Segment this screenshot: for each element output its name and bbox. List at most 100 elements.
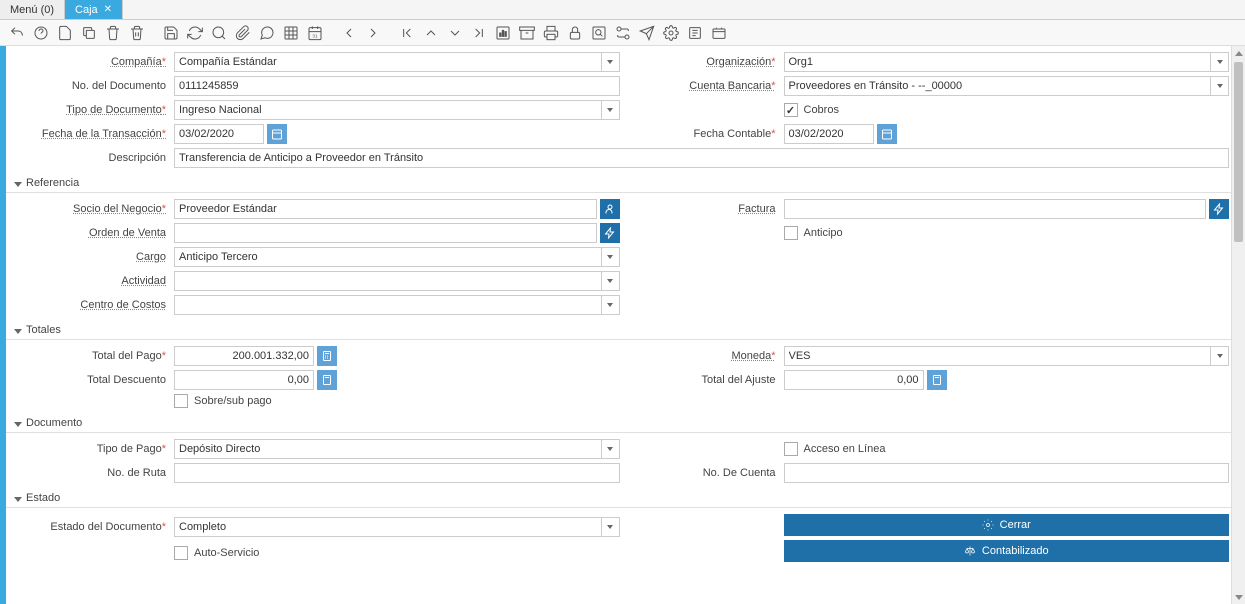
section-estado[interactable]: Estado	[6, 489, 1241, 508]
tab-caja[interactable]: Caja ✕	[65, 0, 123, 19]
input-total-pago[interactable]	[174, 346, 314, 366]
dropdown-cuenta-bancaria[interactable]	[1211, 76, 1229, 96]
label-auto-servicio: Auto-Servicio	[194, 547, 259, 559]
input-fecha-contable[interactable]	[784, 124, 874, 144]
checkbox-cobros[interactable]	[784, 103, 798, 117]
report-icon[interactable]	[492, 22, 514, 44]
button-contabilizado[interactable]: Contabilizado	[784, 540, 1230, 562]
input-cargo[interactable]	[174, 247, 602, 267]
label-cuenta-bancaria: Cuenta Bancaria*	[628, 80, 784, 92]
info-icon[interactable]	[684, 22, 706, 44]
grid-icon[interactable]	[280, 22, 302, 44]
tab-menu[interactable]: Menú (0)	[0, 0, 65, 19]
scroll-down-icon[interactable]	[1232, 590, 1245, 604]
input-compania[interactable]	[174, 52, 602, 72]
input-no-cuenta[interactable]	[784, 463, 1230, 483]
new-icon[interactable]	[54, 22, 76, 44]
process-icon[interactable]	[612, 22, 634, 44]
scrollbar[interactable]	[1231, 46, 1245, 604]
input-factura[interactable]	[784, 199, 1207, 219]
input-no-documento[interactable]	[174, 76, 620, 96]
calendar-btn-contable[interactable]	[877, 124, 897, 144]
copy-icon[interactable]	[78, 22, 100, 44]
down-icon[interactable]	[444, 22, 466, 44]
label-no-ruta: No. de Ruta	[18, 467, 174, 479]
lookup-socio-negocio[interactable]	[600, 199, 620, 219]
last-icon[interactable]	[468, 22, 490, 44]
scroll-up-icon[interactable]	[1232, 46, 1245, 60]
input-total-ajuste[interactable]	[784, 370, 924, 390]
input-moneda[interactable]	[784, 346, 1212, 366]
dropdown-moneda[interactable]	[1211, 346, 1229, 366]
first-icon[interactable]	[396, 22, 418, 44]
balance-icon	[964, 545, 976, 557]
dropdown-actividad[interactable]	[602, 271, 620, 291]
lock-icon[interactable]	[564, 22, 586, 44]
dropdown-tipo-pago[interactable]	[602, 439, 620, 459]
input-socio-negocio[interactable]	[174, 199, 597, 219]
calc-total-pago[interactable]	[317, 346, 337, 366]
section-referencia[interactable]: Referencia	[6, 174, 1241, 193]
delete-icon[interactable]	[102, 22, 124, 44]
prev-icon[interactable]	[338, 22, 360, 44]
search-icon[interactable]	[208, 22, 230, 44]
checkbox-sobre-sub[interactable]	[174, 394, 188, 408]
input-centro-costos[interactable]	[174, 295, 602, 315]
save-icon[interactable]	[160, 22, 182, 44]
label-estado-doc: Estado del Documento*	[18, 521, 174, 533]
input-tipo-pago[interactable]	[174, 439, 602, 459]
label-acceso-linea: Acceso en Línea	[804, 443, 886, 455]
input-actividad[interactable]	[174, 271, 602, 291]
checkbox-auto-servicio[interactable]	[174, 546, 188, 560]
calendar-btn-transaccion[interactable]	[267, 124, 287, 144]
input-tipo-documento[interactable]	[174, 100, 602, 120]
label-no-documento: No. del Documento	[18, 80, 174, 92]
input-estado-doc[interactable]	[174, 517, 602, 537]
print-icon[interactable]	[540, 22, 562, 44]
label-actividad: Actividad	[18, 275, 174, 287]
calc-total-descuento[interactable]	[317, 370, 337, 390]
checkbox-anticipo[interactable]	[784, 226, 798, 240]
zoom-icon[interactable]	[588, 22, 610, 44]
dropdown-centro-costos[interactable]	[602, 295, 620, 315]
dropdown-cargo[interactable]	[602, 247, 620, 267]
label-factura: Factura	[628, 203, 784, 215]
dropdown-compania[interactable]	[602, 52, 620, 72]
dropdown-organizacion[interactable]	[1211, 52, 1229, 72]
dropdown-tipo-documento[interactable]	[602, 100, 620, 120]
chat-icon[interactable]	[256, 22, 278, 44]
scroll-thumb[interactable]	[1234, 62, 1243, 242]
section-totales[interactable]: Totales	[6, 321, 1241, 340]
calendar-icon[interactable]: 31	[304, 22, 326, 44]
toolbar: 31	[0, 20, 1245, 46]
input-total-descuento[interactable]	[174, 370, 314, 390]
button-cerrar[interactable]: Cerrar	[784, 514, 1230, 536]
lookup-factura[interactable]	[1209, 199, 1229, 219]
lookup-orden-venta[interactable]	[600, 223, 620, 243]
input-no-ruta[interactable]	[174, 463, 620, 483]
input-orden-venta[interactable]	[174, 223, 597, 243]
close-icon[interactable]: ✕	[104, 4, 112, 15]
attachment-icon[interactable]	[232, 22, 254, 44]
input-organizacion[interactable]	[784, 52, 1212, 72]
send-icon[interactable]	[636, 22, 658, 44]
next-icon[interactable]	[362, 22, 384, 44]
help-icon[interactable]	[30, 22, 52, 44]
tab-bar: Menú (0) Caja ✕	[0, 0, 1245, 20]
calc-total-ajuste[interactable]	[927, 370, 947, 390]
settings-icon[interactable]	[660, 22, 682, 44]
input-cuenta-bancaria[interactable]	[784, 76, 1212, 96]
dropdown-estado-doc[interactable]	[602, 517, 620, 537]
product-icon[interactable]	[708, 22, 730, 44]
input-fecha-transaccion[interactable]	[174, 124, 264, 144]
delete-2-icon[interactable]	[126, 22, 148, 44]
checkbox-acceso-linea[interactable]	[784, 442, 798, 456]
input-descripcion[interactable]	[174, 148, 1229, 168]
refresh-icon[interactable]	[184, 22, 206, 44]
label-moneda: Moneda*	[628, 350, 784, 362]
section-documento[interactable]: Documento	[6, 414, 1241, 433]
up-icon[interactable]	[420, 22, 442, 44]
label-cobros: Cobros	[804, 104, 839, 116]
undo-icon[interactable]	[6, 22, 28, 44]
archive-icon[interactable]	[516, 22, 538, 44]
